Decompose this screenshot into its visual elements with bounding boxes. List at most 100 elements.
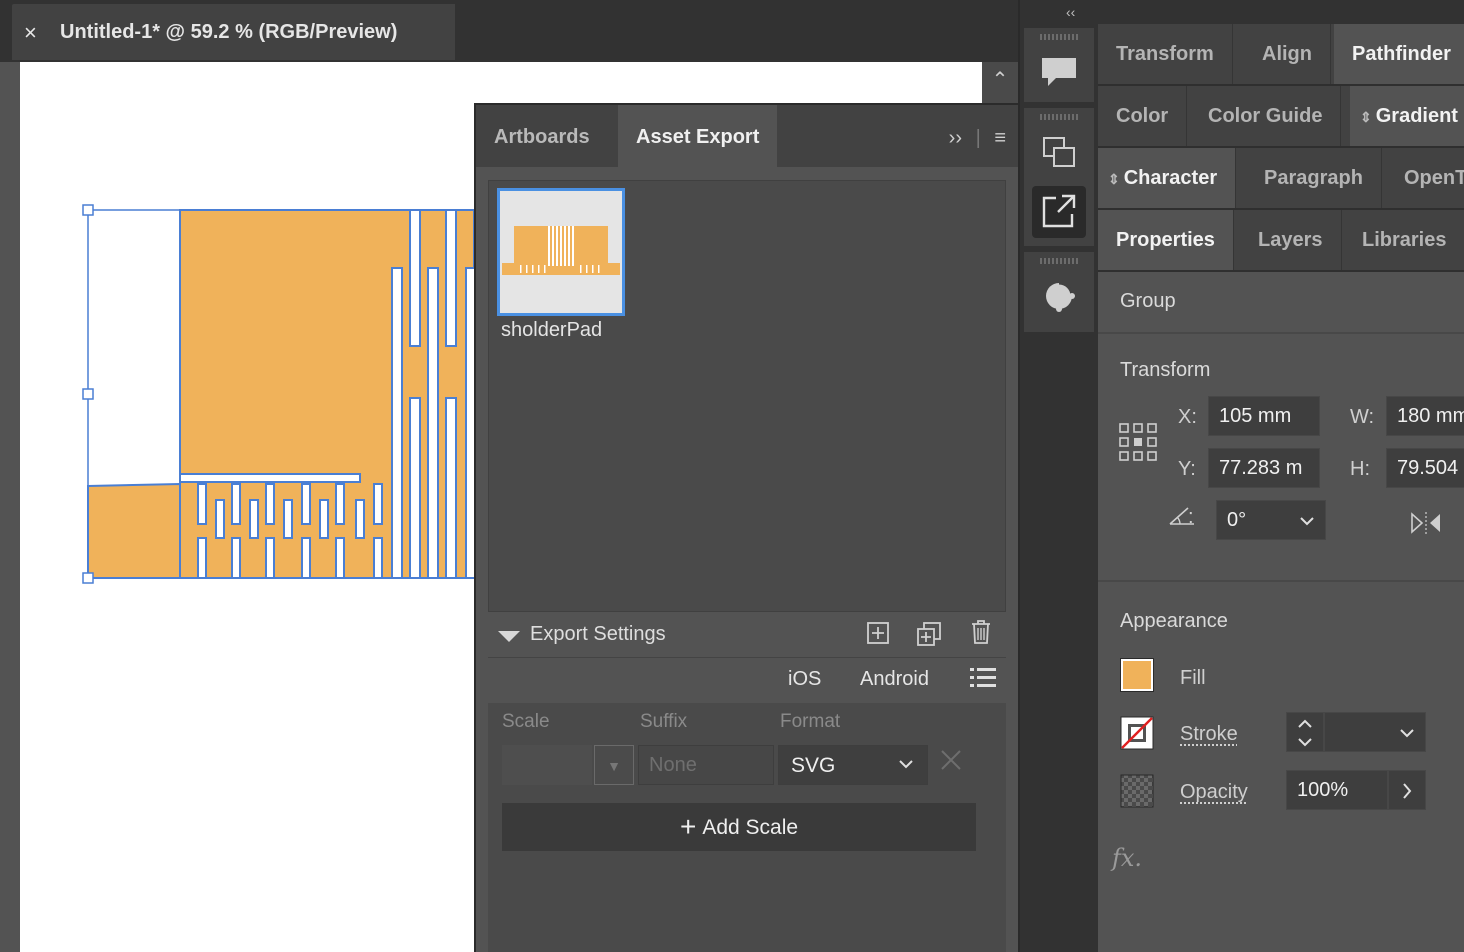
tab-character-label: Character [1123,167,1218,189]
list-options-icon[interactable] [970,666,996,690]
artwork-slot [231,483,241,525]
scale-table: Scale Suffix Format ▼ None SVG + Add Scal… [488,703,1006,952]
add-multiple-assets-icon[interactable] [916,621,942,647]
divider [1098,332,1464,334]
artwork-slot [373,537,383,579]
tab-layers[interactable]: Layers [1240,210,1342,270]
add-scale-label: Add Scale [702,816,799,839]
artwork-slot [335,537,345,579]
comments-icon[interactable] [1032,46,1086,98]
tab-transform[interactable]: Transform [1098,24,1233,84]
fill-swatch[interactable] [1120,658,1154,692]
asset-export-panel: Artboards Asset Export ›› | ≡ sholderPad… [474,103,1018,952]
ios-preset-button[interactable]: iOS [788,668,821,691]
format-select[interactable]: SVG [778,745,928,785]
selection-handle [82,204,94,216]
dock-grip[interactable] [1040,114,1080,120]
tab-libraries[interactable]: Libraries [1344,210,1464,270]
appearance-section-title: Appearance [1120,610,1228,632]
opacity-label[interactable]: Opacity [1180,781,1248,804]
artwork-slot [179,473,361,483]
h-label: H: [1350,458,1370,480]
dock-grip[interactable] [1040,34,1080,40]
opacity-field[interactable]: 100% [1286,770,1388,810]
stroke-weight-stepper[interactable] [1286,712,1324,752]
height-field[interactable]: 79.504 [1386,448,1464,488]
collapse-triangle-icon[interactable] [498,631,520,642]
expand-panel-icon[interactable]: ›› [949,127,962,149]
artwork-slot [215,499,225,539]
asset-grid: sholderPad [488,180,1006,612]
document-tab-bar: × Untitled-1* @ 59.2 % (RGB/Preview) [0,0,1018,62]
export-settings-title[interactable]: Export Settings [530,623,666,646]
stroke-weight-field[interactable] [1324,712,1426,752]
artwork-group[interactable] [80,200,480,590]
artwork-slot [231,537,241,579]
tab-character[interactable]: ⇕ Character [1098,148,1237,208]
panel-menu-icon[interactable]: ≡ [994,127,1006,149]
artwork-slot [409,209,421,347]
artwork-slot [249,499,259,539]
tab-row-properties: Properties Layers Libraries [1098,210,1464,272]
tab-color-guide[interactable]: Color Guide [1190,86,1342,146]
artwork-slot [445,209,457,347]
y-position-field[interactable]: 77.283 m [1208,448,1320,488]
x-position-field[interactable]: 105 mm [1208,396,1320,436]
scroll-up-icon[interactable]: ⌃ [982,62,1018,100]
tab-reorder-icon: ⇕ [1108,171,1120,187]
selection-handle [82,572,94,584]
artboards-icon[interactable] [1032,128,1086,180]
width-field[interactable]: 180 mm [1386,396,1464,436]
artwork-slot [391,267,403,579]
tab-reorder-icon: ⇕ [1360,109,1372,125]
artwork-slot [409,397,421,579]
w-label: W: [1350,406,1375,428]
fx-effects-button[interactable]: fx. [1112,844,1142,872]
tab-gradient[interactable]: ⇕ Gradient [1350,86,1464,146]
add-scale-button[interactable]: + Add Scale [502,803,976,851]
transform-section-title: Transform [1120,359,1211,381]
fill-label: Fill [1180,667,1206,689]
asset-name[interactable]: sholderPad [501,319,602,342]
tab-artboards[interactable]: Artboards [476,105,608,167]
stroke-label[interactable]: Stroke [1180,723,1238,746]
rotation-value: 0° [1227,509,1247,531]
tab-opentype[interactable]: OpenT [1386,148,1464,208]
format-column-header: Format [780,711,841,732]
rotation-field[interactable]: 0° [1216,500,1326,540]
collapse-dock-icon[interactable]: ‹‹ [1066,4,1075,20]
asset-thumbnail[interactable] [497,188,625,316]
tab-color[interactable]: Color [1098,86,1188,146]
artwork-shape [87,482,181,579]
stroke-none-swatch[interactable] [1120,716,1154,750]
tab-align[interactable]: Align [1244,24,1331,84]
tab-properties[interactable]: Properties [1098,210,1234,270]
reference-point-icon[interactable] [1118,422,1158,462]
artwork-slot [319,499,329,539]
properties-panel-stack: Transform Align Pathfinder Color Color G… [1098,0,1464,952]
dock-grip[interactable] [1040,258,1080,264]
fill-color [1123,661,1151,689]
canvas-pasteboard [0,62,20,952]
tab-row-transform: Transform Align Pathfinder [1098,24,1464,86]
tab-pathfinder[interactable]: Pathfinder [1334,24,1464,84]
artwork-slot [283,499,293,539]
dock-group-export [1024,108,1094,246]
document-tab[interactable]: × Untitled-1* @ 59.2 % (RGB/Preview) [12,4,455,60]
asset-export-dock-button[interactable] [1032,186,1086,238]
artwork-slot [355,499,365,539]
scale-dropdown-button: ▼ [594,745,634,785]
close-tab-icon[interactable]: × [24,20,37,46]
artwork-slot [197,537,207,579]
chevron-down-icon[interactable] [1397,723,1417,743]
document-title: Untitled-1* @ 59.2 % (RGB/Preview) [60,21,398,43]
flip-horizontal-icon[interactable] [1410,510,1442,536]
android-preset-button[interactable]: Android [860,668,929,691]
opacity-slider-button[interactable] [1388,770,1426,810]
tab-asset-export[interactable]: Asset Export [618,105,778,167]
trash-icon[interactable] [970,619,992,645]
add-asset-icon[interactable] [866,621,890,645]
sync-icon[interactable] [1032,270,1086,322]
tab-paragraph[interactable]: Paragraph [1246,148,1382,208]
chevron-down-icon[interactable] [1297,511,1317,531]
